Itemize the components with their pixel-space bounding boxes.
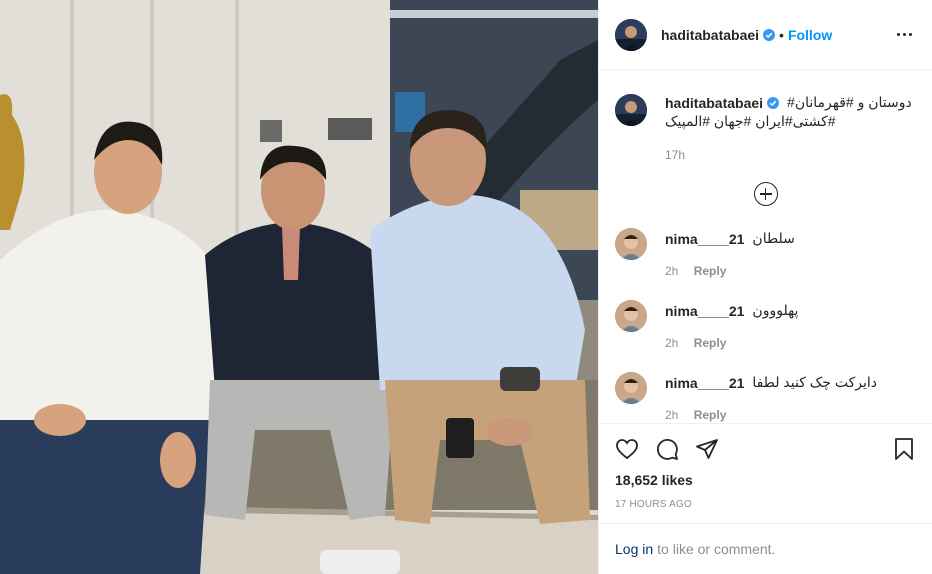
comment-text: دایرکت چک کنید لطفا — [752, 374, 877, 390]
comment-body: nima____21 دایرکت چک کنید لطفا 2h Reply — [665, 372, 916, 422]
comment-meta: 2h Reply — [665, 408, 916, 422]
comment-username[interactable]: nima____21 — [665, 231, 744, 247]
share-icon[interactable] — [695, 437, 719, 461]
login-prompt-text: to like or comment. — [657, 541, 776, 557]
more-options-icon[interactable] — [892, 23, 916, 47]
comment-body: nima____21 سلطان 2h Reply — [665, 228, 916, 278]
reply-button[interactable]: Reply — [694, 336, 727, 350]
commenter-avatar-image — [615, 372, 647, 404]
comment-line: nima____21 سلطان — [665, 228, 916, 247]
follow-button[interactable]: Follow — [788, 27, 832, 43]
comment-username[interactable]: nima____21 — [665, 375, 744, 391]
post-side-panel: haditabatabaei • Follow haditabatabaei د… — [598, 0, 932, 574]
separator-dot: • — [779, 26, 784, 43]
commenter-avatar-image — [615, 300, 647, 332]
comment-meta: 2h Reply — [665, 264, 916, 278]
commenter-avatar[interactable] — [615, 300, 647, 332]
post-header: haditabatabaei • Follow — [599, 0, 932, 70]
comments-list[interactable]: haditabatabaei دوستان و #قهرمانان# #کشتی… — [599, 71, 932, 423]
caption-username[interactable]: haditabatabaei — [665, 95, 763, 111]
load-more-comments — [615, 182, 916, 206]
login-link[interactable]: Log in — [615, 541, 653, 557]
comment-username[interactable]: nima____21 — [665, 303, 744, 319]
instagram-post: haditabatabaei • Follow haditabatabaei د… — [0, 0, 932, 574]
author-avatar-image — [615, 18, 647, 51]
reply-button[interactable]: Reply — [694, 408, 727, 422]
comment-time[interactable]: 2h — [665, 336, 678, 350]
caption-text-line2: #کشتی#ایران #جهان #المپیک — [665, 113, 836, 129]
author-avatar[interactable] — [615, 18, 647, 51]
comment-item: nima____21 دایرکت چک کنید لطفا 2h Reply — [615, 372, 916, 422]
verified-badge-icon — [767, 96, 780, 109]
comment-time[interactable]: 2h — [665, 408, 678, 422]
commenter-avatar[interactable] — [615, 372, 647, 404]
comment-line: nima____21 دایرکت چک کنید لطفا — [665, 372, 916, 391]
post-actions-area: 18,652 likes 17 HOURS AGO — [599, 423, 932, 510]
comment-text: پهلووون — [752, 302, 799, 318]
caption-timestamp[interactable]: 17h — [665, 148, 916, 162]
comment-item: nima____21 سلطان 2h Reply — [615, 228, 916, 278]
load-more-comments-icon[interactable] — [753, 182, 778, 206]
login-prompt: Log in to like or comment. — [599, 523, 932, 574]
caption-body: haditabatabaei دوستان و #قهرمانان# #کشتی… — [665, 94, 916, 162]
post-photo[interactable] — [0, 0, 598, 574]
caption-author-avatar-image — [615, 94, 647, 126]
caption-author-avatar[interactable] — [615, 94, 647, 126]
comment-text: سلطان — [752, 230, 795, 246]
caption-text-line1: دوستان و #قهرمانان# — [787, 94, 912, 110]
commenter-avatar[interactable] — [615, 228, 647, 260]
posted-time[interactable]: 17 HOURS AGO — [615, 499, 916, 510]
commenter-avatar-image — [615, 228, 647, 260]
comment-body: nima____21 پهلووون 2h Reply — [665, 300, 916, 350]
post-caption: haditabatabaei دوستان و #قهرمانان# #کشتی… — [615, 71, 916, 162]
likes-count[interactable]: 18,652 likes — [615, 472, 916, 488]
comment-line: nima____21 پهلووون — [665, 300, 916, 319]
verified-badge-icon — [763, 28, 776, 41]
comment-icon[interactable] — [655, 437, 679, 461]
comment-item: nima____21 پهلووون 2h Reply — [615, 300, 916, 350]
reply-button[interactable]: Reply — [694, 264, 727, 278]
bookmark-icon[interactable] — [892, 437, 916, 461]
comment-meta: 2h Reply — [665, 336, 916, 350]
action-bar — [615, 424, 916, 474]
heart-icon[interactable] — [615, 437, 639, 461]
comment-time[interactable]: 2h — [665, 264, 678, 278]
caption-line: haditabatabaei دوستان و #قهرمانان# — [665, 94, 916, 111]
post-photo-illustration — [0, 0, 598, 574]
author-username[interactable]: haditabatabaei — [661, 27, 759, 43]
